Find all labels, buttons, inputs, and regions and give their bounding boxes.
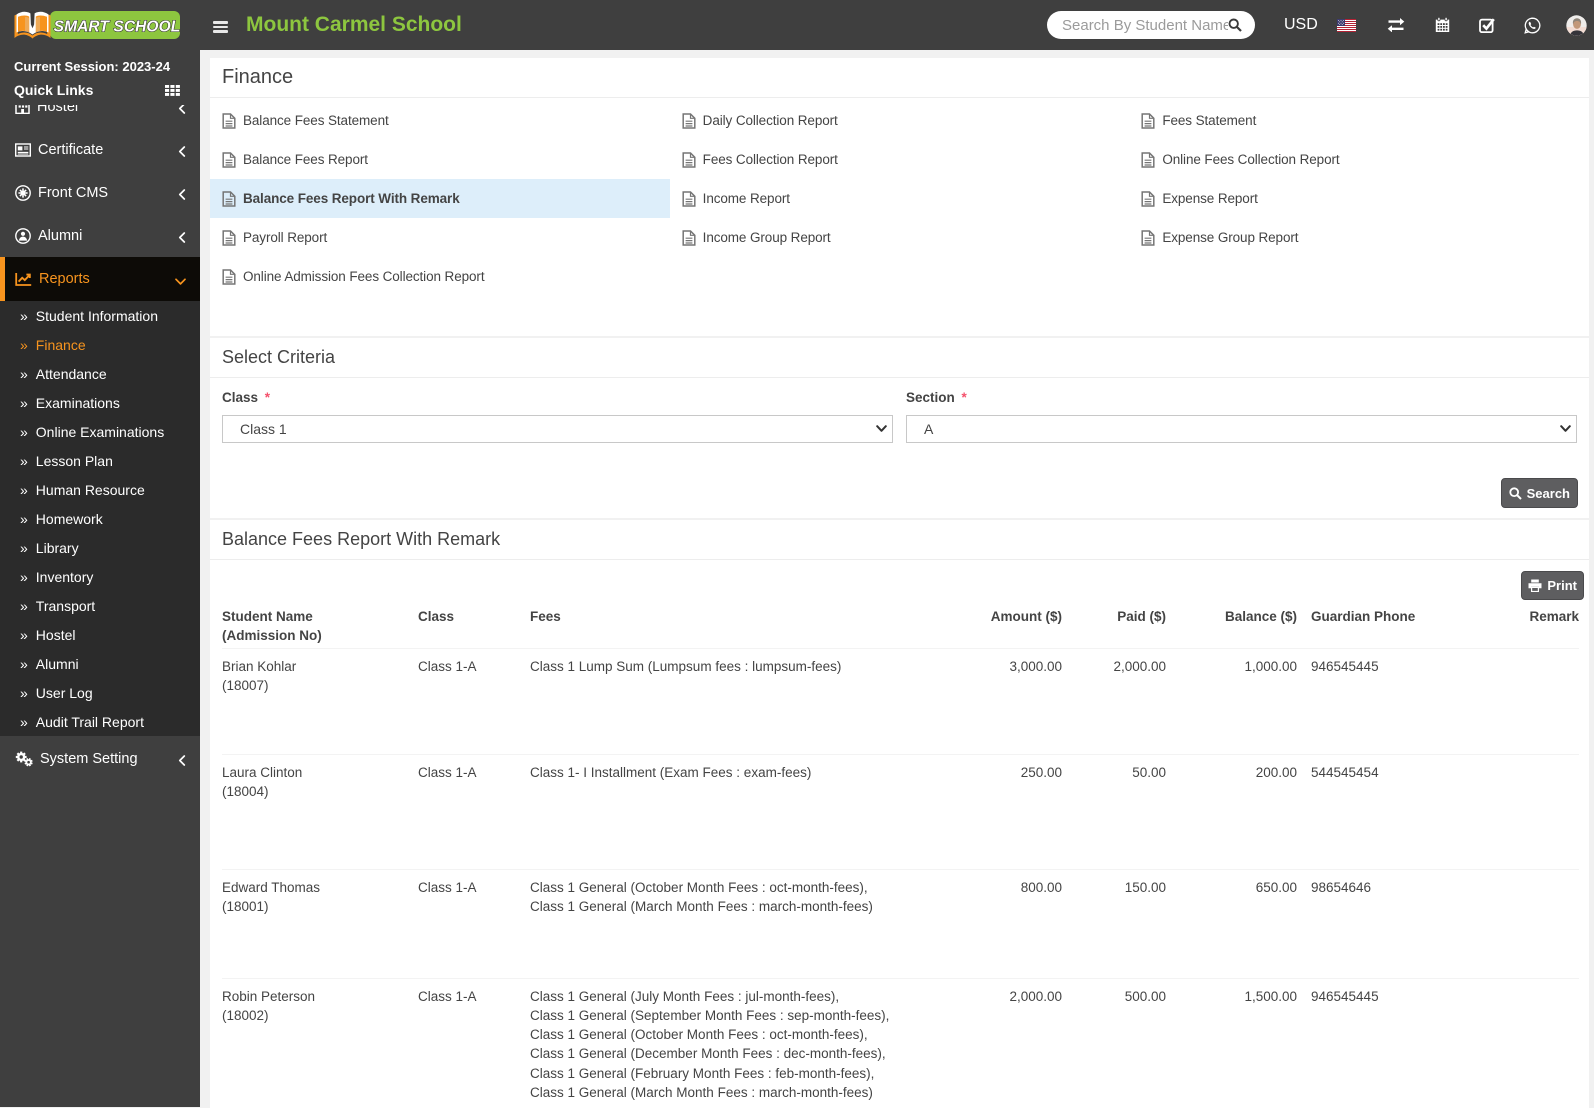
svg-text:SMART SCHOOL: SMART SCHOOL (54, 19, 180, 36)
